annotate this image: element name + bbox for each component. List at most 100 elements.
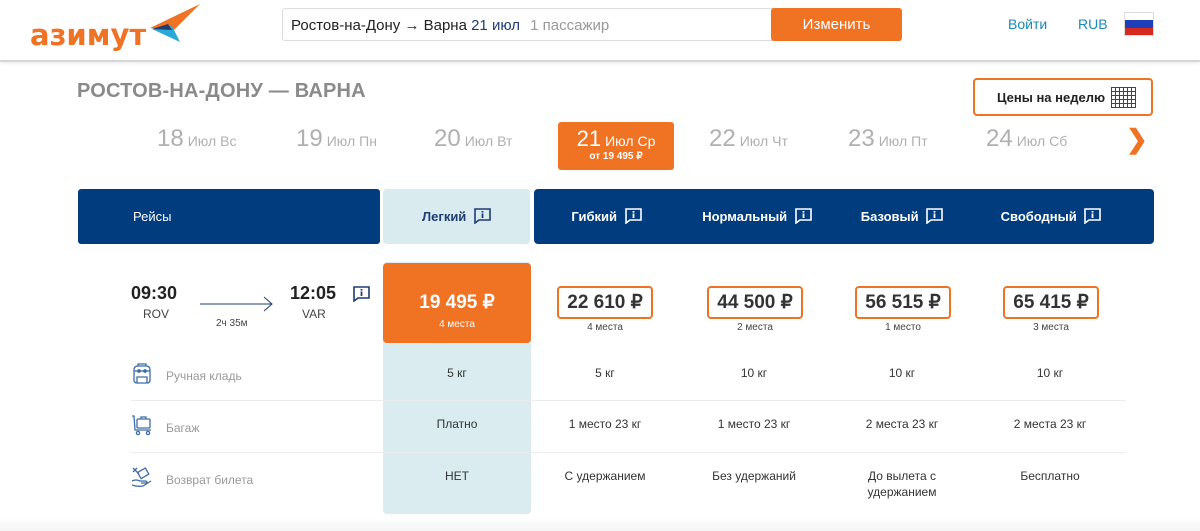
feature-value: 1 место 23 кг: [717, 417, 791, 431]
header: азимут Ростов-на-Дону → Варна 21 июл 1 п…: [0, 0, 1200, 62]
fare-header-basic[interactable]: Базовый: [832, 189, 972, 244]
feature-value: НЕТ: [445, 469, 469, 483]
date-month: Июл: [326, 133, 356, 149]
change-search-button[interactable]: Изменить: [771, 8, 902, 41]
fare-header-free[interactable]: Свободный: [976, 189, 1126, 244]
search-route: Ростов-на-Дону → Варна: [291, 17, 467, 34]
arrival-time: 12:05: [290, 283, 337, 303]
search-summary[interactable]: Ростов-на-Дону → Варна 21 июл 1 пассажир…: [282, 8, 902, 41]
date-weekday: Чт: [772, 133, 788, 149]
fare-seats: 2 места: [737, 322, 773, 333]
fare-price-free: 65 415 ₽ 3 места: [981, 286, 1121, 333]
feature-label: Возврат билета: [166, 473, 254, 487]
feature-value: 1 место 23 кг: [568, 417, 642, 431]
departure-time: 09:30: [131, 283, 178, 303]
date-month: Июл: [464, 133, 494, 149]
feature-label: Ручная кладь: [166, 369, 242, 383]
login-link[interactable]: Войти: [1008, 16, 1047, 32]
page-bottom-edge: [0, 518, 1200, 531]
fare-price-button[interactable]: 22 610 ₽: [557, 286, 653, 319]
feature-value: 10 кг: [1036, 366, 1064, 380]
date-month: Июл: [878, 133, 908, 149]
fare-header-flexible[interactable]: Гибкий: [534, 189, 679, 244]
date-option[interactable]: 19 Июл Пн: [296, 125, 416, 165]
date-weekday: Вт: [497, 133, 513, 149]
fare-price-button[interactable]: 65 415 ₽: [1003, 286, 1099, 319]
date-weekday: Сб: [1049, 133, 1068, 149]
info-icon[interactable]: [1084, 207, 1102, 224]
arrival-airport: VAR: [302, 307, 326, 321]
fare-seats: 4 места: [439, 319, 475, 330]
fare-price-button[interactable]: 44 500 ₽: [707, 286, 803, 319]
date-option-active[interactable]: 21 Июл Ср от 19 495 ₽: [558, 122, 674, 170]
ticket-refund-icon: [131, 467, 152, 487]
fare-name: Легкий: [422, 209, 467, 224]
info-icon[interactable]: [624, 207, 642, 224]
row-divider: [131, 400, 1126, 401]
flight-arrow-icon: [200, 296, 273, 312]
date-option[interactable]: 18 Июл Вс: [157, 125, 277, 165]
search-summary-text: Ростов-на-Дону → Варна 21 июл 1 пассажир: [291, 17, 609, 34]
date-option[interactable]: 22 Июл Чт: [709, 125, 829, 165]
week-prices-label: Цены на неделю: [997, 90, 1106, 105]
fare-seats: 4 места: [587, 322, 623, 333]
date-option[interactable]: 20 Июл Вт: [434, 125, 554, 165]
next-dates-arrow-icon[interactable]: ❯: [1126, 124, 1148, 155]
fare-price-button[interactable]: 56 515 ₽: [855, 286, 951, 319]
date-min-price: от 19 495 ₽: [589, 151, 643, 162]
search-passengers: 1 пассажир: [530, 17, 610, 34]
feature-value: 5 кг: [595, 366, 615, 380]
flight-duration: 2ч 35м: [216, 318, 248, 329]
fare-header-normal[interactable]: Нормальный: [682, 189, 832, 244]
info-icon[interactable]: [926, 207, 944, 224]
date-weekday: Пн: [359, 133, 377, 149]
fare-price-flexible: 22 610 ₽ 4 места: [535, 286, 675, 333]
date-month: Июл: [187, 133, 217, 149]
feature-value: Без удержаний: [712, 469, 796, 483]
page-title: РОСТОВ-НА-ДОНУ — ВАРНА: [77, 80, 366, 102]
russia-flag-icon[interactable]: [1124, 12, 1154, 36]
fare-seats: 3 места: [1033, 322, 1069, 333]
info-icon[interactable]: [474, 207, 491, 224]
fare-name: Свободный: [1000, 209, 1077, 224]
flights-column-header: Рейсы: [78, 189, 380, 244]
luggage-cart-icon: [132, 415, 151, 436]
fare-price-normal: 44 500 ₽ 2 места: [685, 286, 825, 333]
date-selector: 18 Июл Вс 19 Июл Пн 20 Июл Вт 21 Июл Ср от 19 49…: [130, 120, 1130, 172]
date-option[interactable]: 23 Июл Пт: [848, 125, 968, 165]
flight-details-icon[interactable]: [353, 286, 370, 302]
info-icon[interactable]: [794, 207, 812, 224]
date-day: 18: [157, 125, 184, 152]
feature-label: Багаж: [166, 421, 200, 435]
date-day: 23: [848, 125, 875, 152]
calendar-grid-icon: [1111, 87, 1136, 108]
date-day: 22: [709, 125, 736, 152]
feature-value: Платно: [436, 417, 478, 431]
date-option[interactable]: 24 Июл Сб: [986, 125, 1106, 165]
date-weekday: Пт: [911, 133, 928, 149]
feature-value: 10 кг: [740, 366, 768, 380]
fare-header-light[interactable]: Легкий: [383, 189, 530, 244]
fare-name: Нормальный: [702, 209, 788, 224]
fare-price-basic: 56 515 ₽ 1 место: [833, 286, 973, 333]
feature-value: С удержанием: [564, 469, 646, 483]
date-weekday: Ср: [637, 133, 656, 149]
feature-value: 10 кг: [888, 366, 916, 380]
row-divider: [131, 452, 1126, 453]
date-day: 24: [986, 125, 1013, 152]
logo-text: азимут: [30, 18, 147, 52]
fare-seats: 1 место: [885, 322, 921, 333]
feature-value: До вылета с удержанием: [867, 469, 937, 499]
feature-value: 2 места 23 кг: [1013, 417, 1087, 431]
logo[interactable]: азимут: [30, 4, 205, 52]
currency-selector[interactable]: RUB: [1078, 16, 1108, 32]
date-day: 20: [434, 125, 461, 152]
departure-airport: ROV: [143, 307, 170, 321]
date-month: Июл: [739, 133, 769, 149]
week-prices-button[interactable]: Цены на неделю: [973, 78, 1153, 116]
fare-name: Базовый: [860, 209, 919, 224]
logo-wing-icon: [150, 4, 200, 42]
date-month: Июл: [1016, 133, 1046, 149]
fare-price-light-selected[interactable]: 19 495 ₽ 4 места: [383, 263, 531, 343]
date-day: 21: [576, 126, 602, 151]
